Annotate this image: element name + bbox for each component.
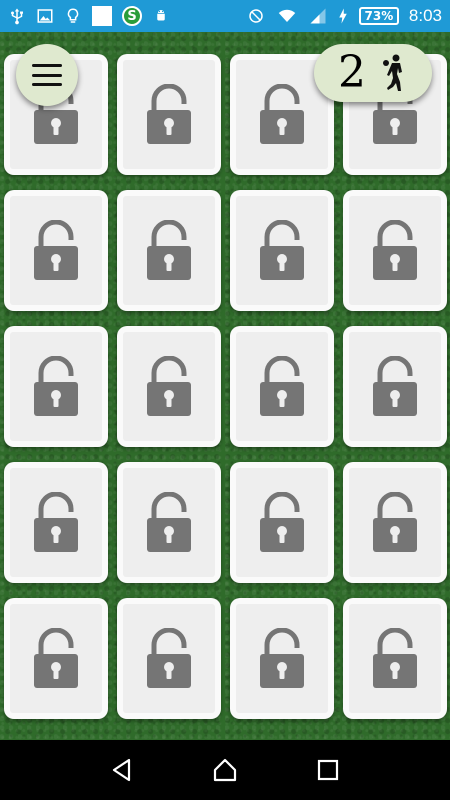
lock-icon [145,491,193,554]
back-icon [112,758,130,782]
lock-icon [258,627,306,690]
locked-card[interactable] [117,326,221,447]
lock-icon [258,355,306,418]
locked-card[interactable] [4,462,108,583]
card-grid [4,54,447,719]
home-button[interactable] [205,750,245,790]
charging-icon [337,7,349,25]
status-left: S [8,6,170,26]
locked-card[interactable] [117,54,221,175]
locked-card[interactable] [4,598,108,719]
status-bar: S 73% 8:03 [0,0,450,32]
usb-icon [8,7,26,25]
do-not-disturb-icon [247,7,265,25]
card-face [123,60,215,169]
lock-icon [371,219,419,282]
lock-icon [145,219,193,282]
card-face [123,604,215,713]
image-icon [36,7,54,25]
android-icon [152,7,170,25]
soccer-player-icon [380,53,408,93]
lock-icon [258,491,306,554]
card-face [349,468,441,577]
lock-icon [258,83,306,146]
card-face [236,468,328,577]
wifi-icon [275,7,299,25]
card-face [349,332,441,441]
card-face [123,196,215,305]
lock-icon [32,219,80,282]
white-square-icon [92,6,112,26]
lock-icon [371,355,419,418]
lock-icon [371,491,419,554]
game-board: 2 [0,32,450,740]
battery-indicator: 73% [358,7,399,25]
clock: 8:03 [408,6,442,25]
menu-button[interactable] [16,44,78,106]
locked-card[interactable] [230,462,334,583]
card-face [349,604,441,713]
navigation-bar [0,740,450,800]
card-face [10,468,102,577]
back-button[interactable] [102,750,142,790]
recents-button[interactable] [308,750,348,790]
home-icon [213,758,237,782]
locked-card[interactable] [343,598,447,719]
locked-card[interactable] [4,190,108,311]
locked-card[interactable] [343,462,447,583]
lock-icon [32,355,80,418]
score-value: 2 [338,47,366,98]
card-face [123,332,215,441]
lock-icon [258,219,306,282]
lock-icon [145,83,193,146]
signal-icon [309,7,327,25]
locked-card[interactable] [117,462,221,583]
card-face [10,604,102,713]
card-face [123,468,215,577]
recents-icon [318,759,339,781]
card-face [10,196,102,305]
card-face [236,604,328,713]
score-pill: 2 [314,44,432,102]
hamburger-icon [32,64,62,86]
card-face [10,332,102,441]
locked-card[interactable] [117,598,221,719]
lock-icon [145,355,193,418]
lightbulb-icon [64,7,82,25]
lock-icon [32,627,80,690]
lock-icon [32,491,80,554]
locked-card[interactable] [230,598,334,719]
locked-card[interactable] [117,190,221,311]
lock-icon [371,627,419,690]
card-face [236,196,328,305]
locked-card[interactable] [343,326,447,447]
s-badge-icon: S [122,6,142,26]
status-right: 73% 8:03 [247,6,442,26]
locked-card[interactable] [343,190,447,311]
card-face [236,332,328,441]
locked-card[interactable] [230,190,334,311]
card-face [349,196,441,305]
lock-icon [145,627,193,690]
locked-card[interactable] [4,326,108,447]
locked-card[interactable] [230,326,334,447]
